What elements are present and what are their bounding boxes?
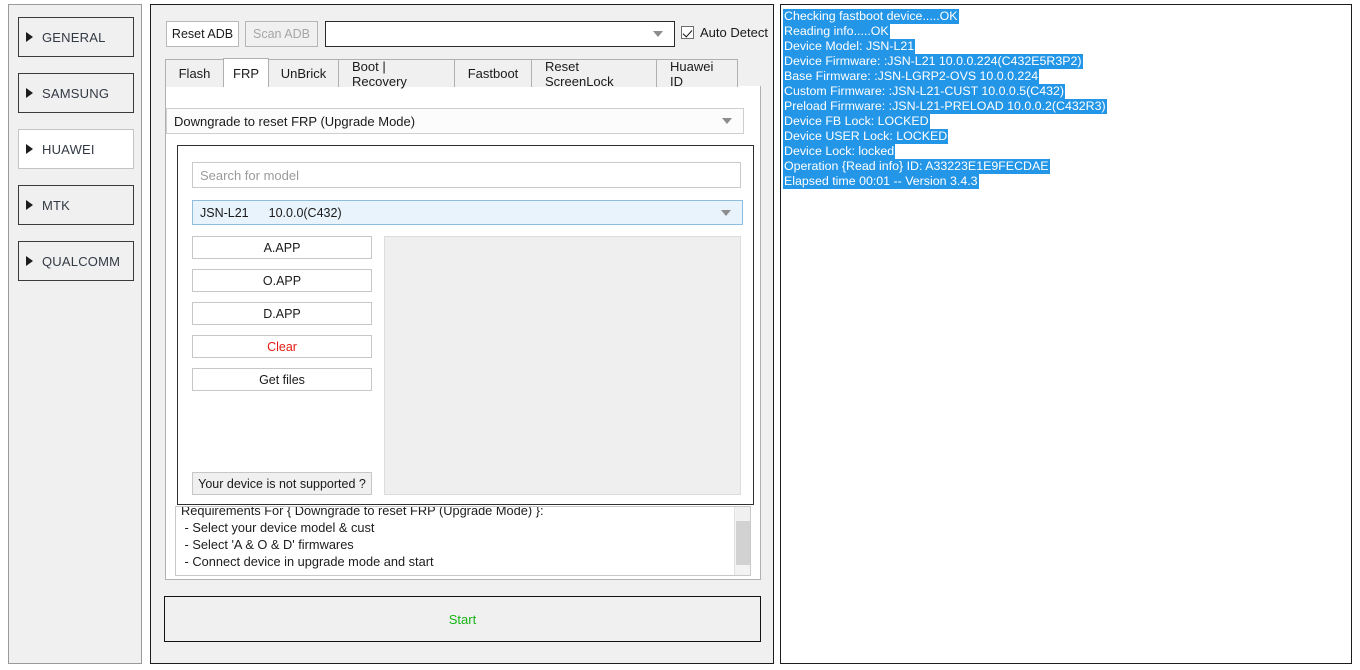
- sidebar-item-label: QUALCOMM: [42, 254, 120, 269]
- auto-detect-label: Auto Detect: [700, 25, 768, 40]
- sidebar-item-label: GENERAL: [42, 30, 106, 45]
- log-row: Custom Firmware: :JSN-L21-CUST 10.0.0.5(…: [783, 82, 1349, 97]
- tab-frp[interactable]: FRP: [223, 58, 269, 87]
- search-input[interactable]: [192, 162, 741, 188]
- tab-reset-screenlock[interactable]: Reset ScreenLock: [531, 59, 657, 87]
- model-name: JSN-L21: [193, 206, 249, 220]
- log-row: Operation {Read info} ID: A33223E1E9FECD…: [783, 157, 1349, 172]
- triangle-right-icon: [26, 256, 33, 266]
- log-line-text: Elapsed time 00:01 -- Version 3.4.3: [783, 174, 979, 189]
- tab-fastboot[interactable]: Fastboot: [454, 59, 532, 87]
- scroll-up-button[interactable]: [736, 507, 750, 520]
- sidebar-item-general[interactable]: GENERAL: [18, 17, 134, 57]
- device-not-supported-label: Your device is not supported ?: [198, 477, 366, 491]
- model-select[interactable]: JSN-L21 10.0.0(C432): [192, 200, 743, 225]
- triangle-right-icon: [26, 144, 33, 154]
- sidebar-item-huawei[interactable]: HUAWEI: [18, 129, 134, 169]
- log-row: Elapsed time 00:01 -- Version 3.4.3: [783, 172, 1349, 187]
- model-selection-box: JSN-L21 10.0.0(C432) A.APP O.APP D.APP C…: [177, 145, 754, 505]
- log-row: Checking fastboot device.....OK: [783, 7, 1349, 22]
- sidebar-item-label: SAMSUNG: [42, 86, 109, 101]
- checkbox-checked-icon: [681, 26, 694, 39]
- scan-adb-label: Scan ADB: [253, 27, 310, 41]
- triangle-right-icon: [26, 32, 33, 42]
- start-button[interactable]: Start: [164, 596, 761, 642]
- triangle-right-icon: [26, 88, 33, 98]
- frp-mode-select[interactable]: Downgrade to reset FRP (Upgrade Mode): [166, 108, 744, 134]
- device-not-supported-button[interactable]: Your device is not supported ?: [192, 472, 372, 495]
- auto-detect-checkbox[interactable]: Auto Detect: [681, 25, 768, 40]
- tab-unbrick[interactable]: UnBrick: [268, 59, 339, 87]
- a-app-button[interactable]: A.APP: [192, 236, 372, 259]
- log-row: Device FB Lock: LOCKED: [783, 112, 1349, 127]
- scan-adb-button[interactable]: Scan ADB: [245, 21, 318, 47]
- tab-huawei-id[interactable]: Huawei ID: [656, 59, 738, 87]
- chevron-down-icon: [721, 210, 731, 216]
- log-row: Device Firmware: :JSN-L21 10.0.0.224(C43…: [783, 52, 1349, 67]
- reset-adb-label: Reset ADB: [172, 27, 233, 41]
- requirements-text: Requirements For { Downgrade to reset FR…: [181, 506, 729, 570]
- firmware-preview-area: [384, 236, 741, 495]
- clear-button[interactable]: Clear: [192, 335, 372, 358]
- sidebar: GENERAL SAMSUNG HUAWEI MTK QUALCOMM: [8, 4, 142, 664]
- model-version: 10.0.0(C432): [249, 206, 721, 220]
- log-row: Device Model: JSN-L21: [783, 37, 1349, 52]
- tab-bar: Flash FRP UnBrick Boot | Recovery Fastbo…: [165, 58, 761, 87]
- log-row: Device USER Lock: LOCKED: [783, 127, 1349, 142]
- scrollbar-thumb[interactable]: [736, 521, 750, 565]
- chevron-down-icon: [722, 118, 732, 124]
- log-row: Preload Firmware: :JSN-L21-PRELOAD 10.0.…: [783, 97, 1349, 112]
- log-panel[interactable]: Checking fastboot device.....OKReading i…: [780, 4, 1352, 664]
- sidebar-item-label: MTK: [42, 198, 70, 213]
- chevron-down-icon: [653, 31, 663, 37]
- log-row: Base Firmware: :JSN-LGRP2-OVS 10.0.0.224: [783, 67, 1349, 82]
- sidebar-item-samsung[interactable]: SAMSUNG: [18, 73, 134, 113]
- start-button-label: Start: [449, 612, 476, 627]
- requirements-scrollbar[interactable]: [734, 507, 750, 575]
- o-app-button[interactable]: O.APP: [192, 269, 372, 292]
- sidebar-item-qualcomm[interactable]: QUALCOMM: [18, 241, 134, 281]
- sidebar-item-mtk[interactable]: MTK: [18, 185, 134, 225]
- d-app-button[interactable]: D.APP: [192, 302, 372, 325]
- requirements-textbox[interactable]: Requirements For { Downgrade to reset FR…: [175, 506, 751, 576]
- get-files-button[interactable]: Get files: [192, 368, 372, 391]
- log-row: Reading info.....OK: [783, 22, 1349, 37]
- sidebar-item-label: HUAWEI: [42, 142, 95, 157]
- log-list: Checking fastboot device.....OKReading i…: [783, 7, 1349, 187]
- main-panel: Reset ADB Scan ADB Auto Detect Flash FRP…: [150, 4, 774, 664]
- log-row: Device Lock: locked: [783, 142, 1349, 157]
- triangle-right-icon: [26, 200, 33, 210]
- tab-boot-recovery[interactable]: Boot | Recovery: [338, 59, 455, 87]
- tab-flash[interactable]: Flash: [165, 59, 224, 87]
- app-window: GENERAL SAMSUNG HUAWEI MTK QUALCOMM Rese…: [0, 0, 1360, 670]
- device-select[interactable]: [325, 21, 675, 47]
- reset-adb-button[interactable]: Reset ADB: [166, 21, 239, 47]
- frp-mode-value: Downgrade to reset FRP (Upgrade Mode): [167, 114, 722, 129]
